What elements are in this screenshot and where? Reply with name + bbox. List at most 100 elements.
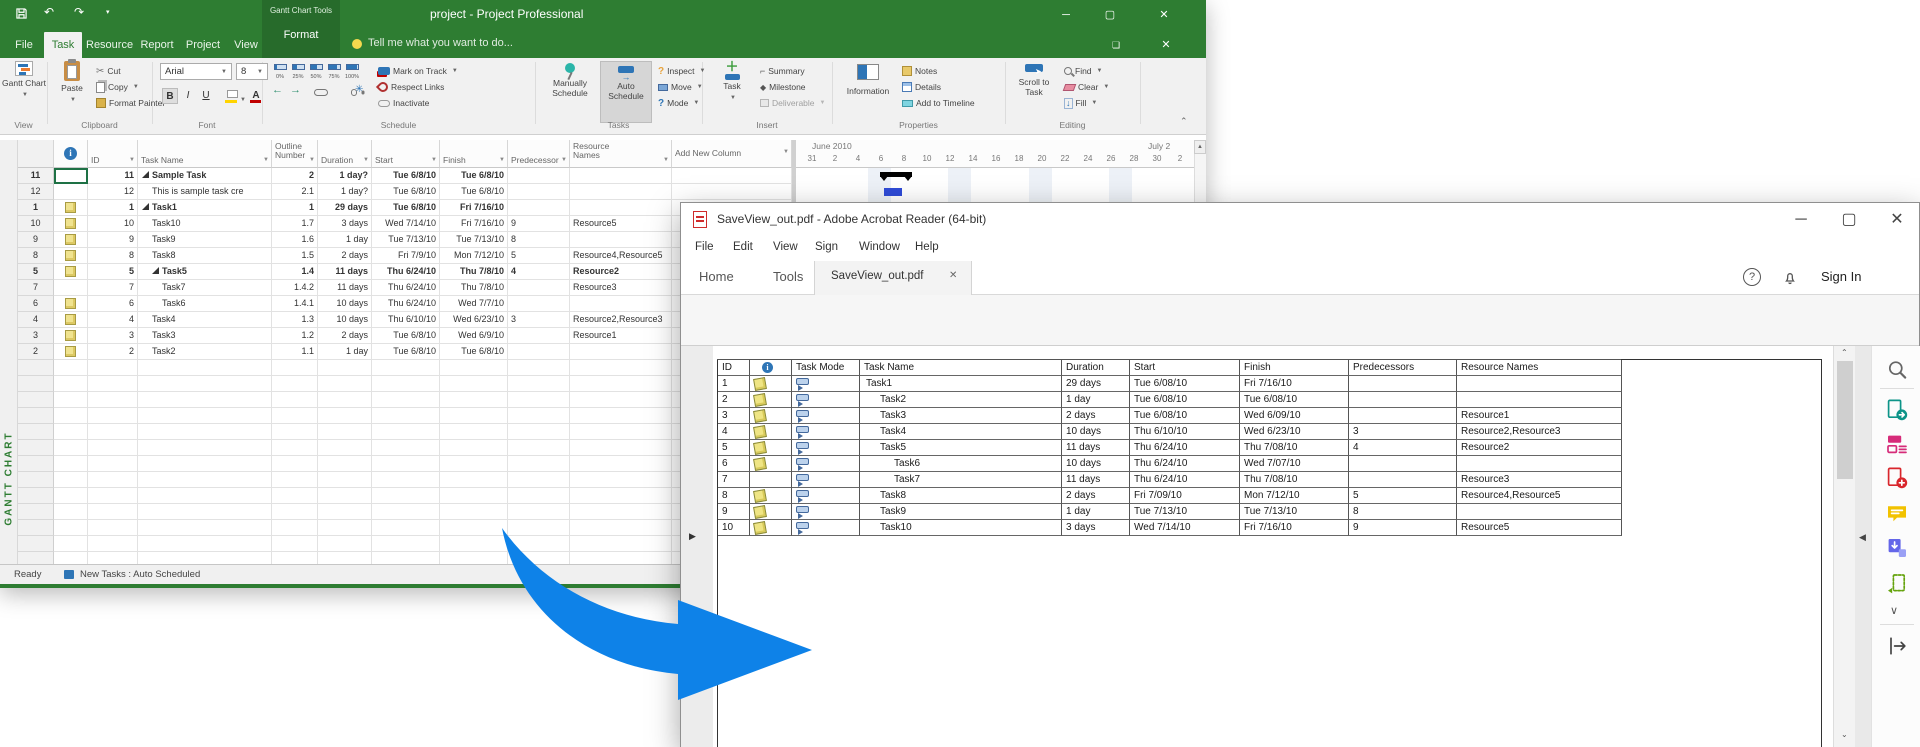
pdf-cell[interactable]	[792, 488, 860, 504]
grid-cell[interactable]: Wed 6/23/10	[440, 312, 508, 328]
grid-cell[interactable]	[570, 424, 672, 440]
pdf-cell[interactable]: 9	[718, 504, 750, 520]
grid-cell[interactable]	[18, 488, 54, 504]
percent-complete-100%[interactable]: 100%	[344, 62, 360, 80]
pdf-cell[interactable]: 4	[1349, 440, 1457, 456]
grid-cell[interactable]: Fri 7/16/10	[440, 200, 508, 216]
grid-cell[interactable]	[18, 408, 54, 424]
pdf-cell[interactable]: 11 days	[1062, 440, 1130, 456]
grid-cell[interactable]	[54, 296, 88, 312]
scroll-up-icon[interactable]: ⌃	[1841, 348, 1848, 357]
grid-cell[interactable]	[570, 232, 672, 248]
grid-cell[interactable]: 1	[88, 200, 138, 216]
pdf-cell[interactable]: Tue 7/13/10	[1130, 504, 1240, 520]
grid-cell[interactable]: 1 day	[318, 344, 372, 360]
grid-cell[interactable]	[318, 392, 372, 408]
grid-cell[interactable]	[88, 472, 138, 488]
grid-cell[interactable]	[372, 536, 440, 552]
grid-cell[interactable]	[272, 504, 318, 520]
tab-resource[interactable]: Resource	[86, 32, 133, 58]
grid-cell[interactable]: Resource2,Resource3	[570, 312, 672, 328]
help-icon[interactable]: ?	[1743, 268, 1761, 286]
grid-header-duration[interactable]: Duration ▼	[318, 140, 372, 168]
collapse-triangle-icon[interactable]	[142, 203, 149, 210]
pdf-cell[interactable]: 3 days	[1062, 520, 1130, 536]
percent-complete-25%[interactable]: 25%	[290, 62, 306, 80]
grid-header-task-name[interactable]: Task Name ▼	[138, 140, 272, 168]
respect-links-button[interactable]: Respect Links	[375, 79, 444, 95]
grid-cell[interactable]	[570, 200, 672, 216]
grid-cell[interactable]	[570, 408, 672, 424]
grid-cell[interactable]	[54, 168, 88, 184]
pdf-cell[interactable]: Resource5	[1457, 520, 1622, 536]
pdf-cell[interactable]: 3	[718, 408, 750, 424]
task-bar[interactable]	[884, 188, 902, 196]
percent-complete-75%[interactable]: 75%	[326, 62, 342, 80]
tell-me-box[interactable]: Tell me what you want to do...	[368, 37, 513, 49]
grid-cell[interactable]	[18, 536, 54, 552]
grid-cell[interactable]	[88, 520, 138, 536]
grid-cell[interactable]: Task8	[138, 248, 272, 264]
grid-cell[interactable]: Tue 7/13/10	[440, 232, 508, 248]
grid-cell[interactable]	[508, 200, 570, 216]
clear-button[interactable]: Clear ▼	[1062, 80, 1109, 94]
grid-cell[interactable]: 1 day?	[318, 168, 372, 184]
grid-cell[interactable]	[672, 184, 792, 200]
grid-cell[interactable]	[508, 168, 570, 184]
pdf-cell[interactable]: 8	[1349, 504, 1457, 520]
add-to-timeline-button[interactable]: Add to Timeline	[902, 96, 975, 110]
pdf-cell[interactable]	[750, 504, 792, 520]
grid-cell[interactable]: 7	[88, 280, 138, 296]
menu-help[interactable]: Help	[915, 241, 939, 253]
tab-format[interactable]: Format	[262, 29, 340, 41]
underline-button[interactable]: U	[198, 88, 214, 104]
grid-cell[interactable]	[54, 520, 88, 536]
grid-cell[interactable]	[272, 440, 318, 456]
pdf-cell[interactable]: 10 days	[1062, 424, 1130, 440]
pdf-cell[interactable]: Thu 7/08/10	[1240, 472, 1349, 488]
grid-cell[interactable]: 1.5	[272, 248, 318, 264]
pdf-cell[interactable]: Resource2,Resource3	[1457, 424, 1622, 440]
pdf-cell[interactable]: 1	[718, 376, 750, 392]
summary-task-bar[interactable]	[880, 172, 912, 181]
grid-cell[interactable]	[272, 456, 318, 472]
pdf-cell[interactable]	[792, 504, 860, 520]
grid-cell[interactable]	[88, 408, 138, 424]
pdf-cell[interactable]: 2 days	[1062, 488, 1130, 504]
pdf-cell[interactable]	[750, 456, 792, 472]
grid-cell[interactable]	[570, 472, 672, 488]
grid-cell[interactable]	[372, 456, 440, 472]
paste-button[interactable]: Paste ▼	[52, 59, 92, 123]
grid-cell[interactable]	[54, 360, 88, 376]
grid-cell[interactable]: Task10	[138, 216, 272, 232]
grid-cell[interactable]	[440, 440, 508, 456]
grid-cell[interactable]: 11 days	[318, 280, 372, 296]
grid-cell[interactable]	[440, 536, 508, 552]
pdf-cell[interactable]: Resource1	[1457, 408, 1622, 424]
grid-cell[interactable]	[570, 552, 672, 564]
grid-cell[interactable]	[508, 472, 570, 488]
grid-cell[interactable]: Thu 6/24/10	[372, 296, 440, 312]
grid-cell[interactable]	[318, 456, 372, 472]
grid-cell[interactable]	[570, 296, 672, 312]
save-icon[interactable]	[14, 6, 29, 24]
grid-cell[interactable]: Task7	[138, 280, 272, 296]
grid-cell[interactable]: 1.7	[272, 216, 318, 232]
grid-cell[interactable]	[318, 552, 372, 564]
grid-header-resources[interactable]: Resource Names ▼	[570, 140, 672, 168]
pdf-cell[interactable]: Tue 6/08/10	[1130, 392, 1240, 408]
grid-cell[interactable]: 2	[18, 344, 54, 360]
pdf-cell[interactable]	[1349, 472, 1457, 488]
pdf-cell[interactable]: Task2	[860, 392, 1062, 408]
grid-cell[interactable]	[508, 488, 570, 504]
menu-view[interactable]: View	[773, 241, 798, 253]
grid-cell[interactable]: 1.4.1	[272, 296, 318, 312]
nav-pane-toggle-icon[interactable]: ▶	[689, 531, 696, 542]
grid-cell[interactable]	[18, 440, 54, 456]
grid-cell[interactable]: 10	[18, 216, 54, 232]
undo-icon[interactable]: ↶	[44, 5, 54, 19]
pdf-cell[interactable]	[750, 392, 792, 408]
grid-cell[interactable]	[570, 392, 672, 408]
grid-cell[interactable]	[508, 296, 570, 312]
grid-cell[interactable]: 6	[18, 296, 54, 312]
